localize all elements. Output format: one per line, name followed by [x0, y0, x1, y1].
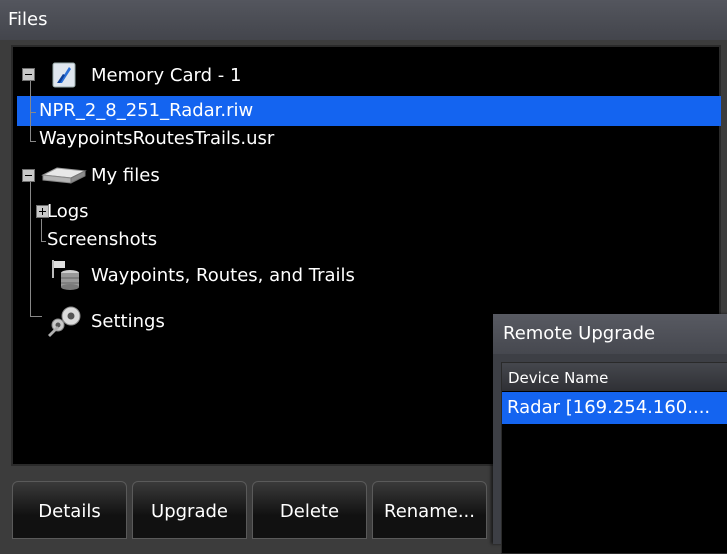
tree-connector: [30, 182, 31, 317]
tree-connector: [41, 241, 46, 242]
window-title-bar: Files: [0, 0, 727, 40]
rename-button[interactable]: Rename...: [372, 481, 487, 539]
remote-upgrade-dialog: Remote Upgrade Device Name Radar [169.25…: [493, 314, 727, 554]
tree-connector: [30, 80, 31, 142]
tree-connector: [30, 316, 42, 317]
details-button[interactable]: Details: [12, 481, 127, 539]
tree-item-memory-card[interactable]: Memory Card - 1: [91, 62, 241, 90]
tree-item-file-radar[interactable]: NPR_2_8_251_Radar.riw: [39, 97, 253, 125]
device-row-radar[interactable]: Radar [169.254.160....: [502, 392, 727, 424]
memory-card-icon: [50, 61, 78, 93]
tree-item-settings[interactable]: Settings: [91, 308, 165, 336]
device-name-column-header[interactable]: Device Name: [502, 363, 727, 391]
tree-connector: [41, 219, 42, 241]
delete-button[interactable]: Delete: [252, 481, 367, 539]
settings-gears-icon: [45, 303, 85, 341]
tree-item-file-usr[interactable]: WaypointsRoutesTrails.usr: [39, 125, 274, 153]
waypoints-database-icon: [49, 258, 83, 296]
tree-item-screenshots[interactable]: Screenshots: [47, 226, 157, 254]
collapse-toggle-my-files[interactable]: [22, 169, 35, 182]
remote-upgrade-title: Remote Upgrade: [493, 314, 727, 354]
tree-connector: [30, 112, 36, 113]
window-title: Files: [8, 9, 48, 30]
tree-item-waypoints[interactable]: Waypoints, Routes, and Trails: [91, 262, 355, 290]
upgrade-button[interactable]: Upgrade: [132, 481, 247, 539]
tree-item-my-files[interactable]: My files: [91, 162, 160, 190]
hard-drive-icon: [39, 165, 87, 191]
tree-connector: [30, 141, 36, 142]
tree-item-logs[interactable]: Logs: [47, 198, 89, 226]
collapse-toggle-memory-card[interactable]: [22, 68, 35, 81]
device-list[interactable]: Device Name Radar [169.254.160....: [501, 362, 727, 554]
